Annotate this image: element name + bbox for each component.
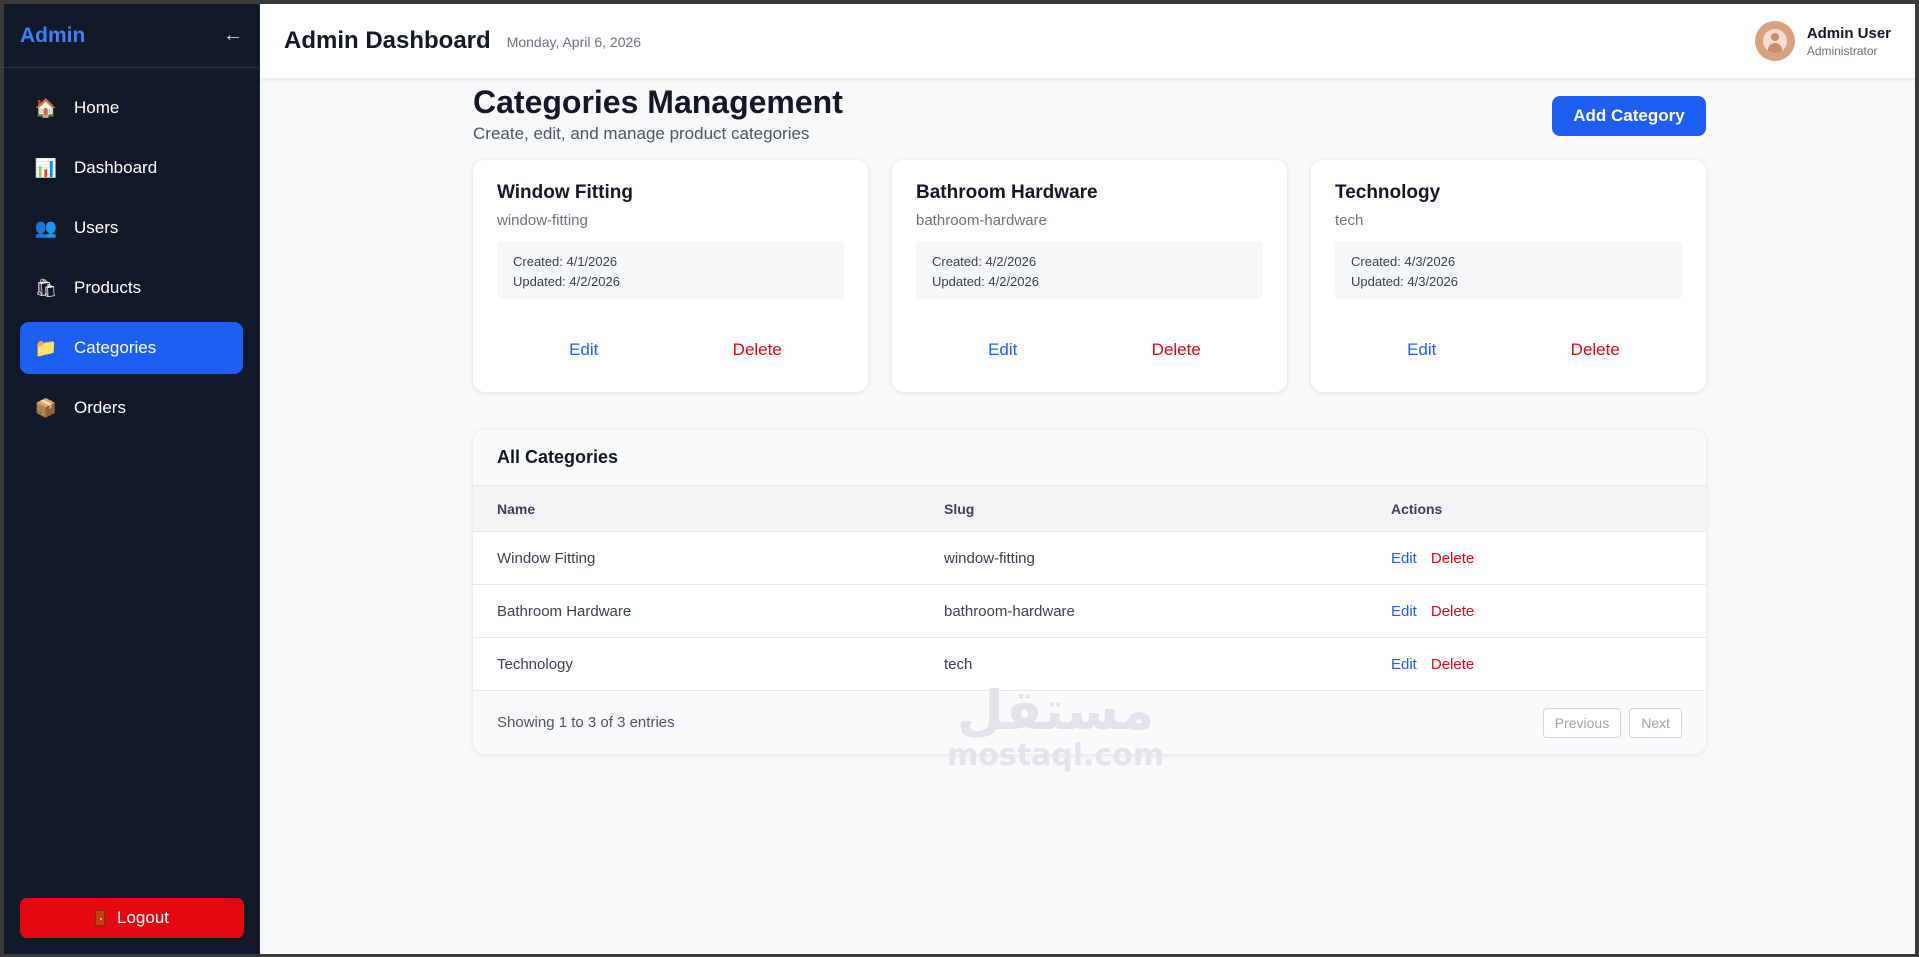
folder-icon: 📁: [34, 337, 58, 358]
sidebar-item-users[interactable]: 👥 Users: [20, 202, 243, 254]
column-header-name: Name: [497, 500, 536, 517]
card-updated: Updated: 4/2/2026: [513, 274, 620, 289]
column-header-slug: Slug: [944, 500, 975, 517]
sidebar-item-categories[interactable]: 📁 Categories: [20, 322, 243, 374]
collapse-arrow-icon[interactable]: ←: [223, 24, 243, 47]
avatar[interactable]: [1754, 21, 1795, 61]
table-title: All Categories: [473, 430, 1706, 486]
card-updated: Updated: 4/3/2026: [1351, 274, 1458, 289]
card-created: Created: 4/1/2026: [513, 254, 618, 269]
watermark-latin: mostaql.com: [947, 738, 1165, 773]
card-actions: Edit Delete: [497, 340, 844, 360]
edit-button[interactable]: Edit: [497, 340, 671, 360]
page-content: Categories Management Create, edit, and …: [473, 78, 1706, 754]
sidebar-item-label: Users: [74, 218, 119, 237]
card-name: Window Fitting: [497, 182, 633, 203]
card-slug: tech: [1335, 212, 1364, 229]
previous-button[interactable]: Previous: [1542, 707, 1622, 738]
door-icon: [95, 910, 105, 926]
bar-chart-icon: 📊: [34, 157, 58, 178]
sidebar-item-label: Home: [74, 98, 120, 117]
card-name: Bathroom Hardware: [916, 182, 1098, 203]
sidebar-header: Admin ←: [4, 4, 259, 68]
sidebar-item-label: Products: [74, 278, 142, 297]
sidebar-item-home[interactable]: 🏠 Home: [20, 82, 243, 134]
row-edit-button[interactable]: Edit: [1391, 603, 1417, 620]
table-row: Bathroom Hardware bathroom-hardware Edit…: [473, 585, 1706, 638]
home-icon: 🏠: [34, 97, 58, 118]
sidebar-nav: 🏠 Home 📊 Dashboard 👥 Users 🛍 Products 📁 …: [4, 68, 259, 434]
page-subtitle: Create, edit, and manage product categor…: [473, 124, 810, 143]
card-meta: Created: 4/2/2026 Updated: 4/2/2026: [916, 241, 1263, 299]
users-icon: 👥: [34, 217, 58, 238]
table-header-row: Name Slug Actions: [473, 486, 1706, 532]
user-avatar-icon: [1762, 29, 1787, 53]
row-slug: window-fitting: [944, 549, 1035, 567]
card-meta: Created: 4/3/2026 Updated: 4/3/2026: [1335, 241, 1682, 299]
category-card: Window Fitting window-fitting Created: 4…: [473, 160, 868, 392]
user-info: Admin User Administrator: [1807, 25, 1891, 58]
card-slug: bathroom-hardware: [916, 212, 1047, 229]
card-meta: Created: 4/1/2026 Updated: 4/2/2026: [497, 241, 844, 299]
header-date: Monday, April 6, 2026: [506, 34, 642, 50]
row-actions: Edit Delete: [1391, 603, 1682, 620]
sidebar-item-label: Orders: [74, 398, 126, 417]
user-name: Admin User: [1806, 24, 1891, 42]
package-icon: 📦: [34, 397, 58, 418]
row-slug: bathroom-hardware: [944, 602, 1075, 620]
sidebar-item-label: Dashboard: [74, 158, 158, 177]
table-row: Window Fitting window-fitting Edit Delet…: [473, 532, 1706, 585]
row-actions: Edit Delete: [1391, 550, 1682, 567]
main-area: Admin Dashboard Monday, April 6, 2026 Ad…: [260, 4, 1915, 954]
row-name: Technology: [497, 655, 573, 673]
row-edit-button[interactable]: Edit: [1391, 656, 1417, 673]
card-actions: Edit Delete: [916, 340, 1263, 360]
sidebar-item-orders[interactable]: 📦 Orders: [20, 382, 243, 434]
edit-button[interactable]: Edit: [916, 340, 1090, 360]
watermark: مستقل mostaql.com: [947, 679, 1165, 774]
user-menu[interactable]: Admin User Administrator: [1754, 21, 1891, 61]
row-name: Bathroom Hardware: [497, 602, 632, 620]
brand-logo[interactable]: Admin: [20, 24, 85, 48]
row-edit-button[interactable]: Edit: [1391, 550, 1417, 567]
logout-label: Logout: [117, 908, 169, 927]
page-title: Categories Management: [473, 84, 843, 120]
category-card: Bathroom Hardware bathroom-hardware Crea…: [892, 160, 1287, 392]
row-delete-button[interactable]: Delete: [1431, 550, 1474, 567]
sidebar-item-label: Categories: [74, 338, 157, 357]
card-name: Technology: [1335, 182, 1441, 203]
delete-button[interactable]: Delete: [1509, 340, 1683, 360]
sidebar-item-dashboard[interactable]: 📊 Dashboard: [20, 142, 243, 194]
add-category-button[interactable]: Add Category: [1552, 96, 1706, 136]
header-title: Admin Dashboard: [284, 27, 491, 54]
next-button[interactable]: Next: [1629, 707, 1682, 738]
card-created: Created: 4/2/2026: [932, 254, 1037, 269]
category-cards: Window Fitting window-fitting Created: 4…: [473, 160, 1706, 392]
row-name: Window Fitting: [497, 549, 596, 567]
delete-button[interactable]: Delete: [671, 340, 845, 360]
row-delete-button[interactable]: Delete: [1431, 656, 1474, 673]
sidebar: Admin ← 🏠 Home 📊 Dashboard 👥 Users 🛍 Pro…: [4, 4, 260, 954]
page-header: Categories Management Create, edit, and …: [473, 78, 1706, 156]
card-actions: Edit Delete: [1335, 340, 1682, 360]
app-window: Admin ← 🏠 Home 📊 Dashboard 👥 Users 🛍 Pro…: [4, 4, 1915, 954]
row-slug: tech: [944, 655, 973, 673]
delete-button[interactable]: Delete: [1090, 340, 1264, 360]
watermark-arabic: مستقل: [956, 679, 1155, 742]
entries-count: Showing 1 to 3 of 3 entries: [497, 714, 675, 731]
edit-button[interactable]: Edit: [1335, 340, 1509, 360]
logout-button[interactable]: Logout: [20, 898, 244, 938]
card-created: Created: 4/3/2026: [1351, 254, 1456, 269]
user-role: Administrator: [1806, 43, 1878, 58]
sidebar-item-products[interactable]: 🛍 Products: [20, 262, 243, 314]
category-card: Technology tech Created: 4/3/2026 Update…: [1311, 160, 1706, 392]
row-delete-button[interactable]: Delete: [1431, 603, 1474, 620]
card-updated: Updated: 4/2/2026: [932, 274, 1039, 289]
card-slug: window-fitting: [497, 212, 588, 229]
shopping-bags-icon: 🛍: [34, 277, 58, 298]
column-header-actions: Actions: [1391, 500, 1443, 517]
row-actions: Edit Delete: [1391, 656, 1682, 673]
top-bar: Admin Dashboard Monday, April 6, 2026 Ad…: [260, 4, 1915, 78]
pagination: Previous Next: [1542, 707, 1682, 738]
